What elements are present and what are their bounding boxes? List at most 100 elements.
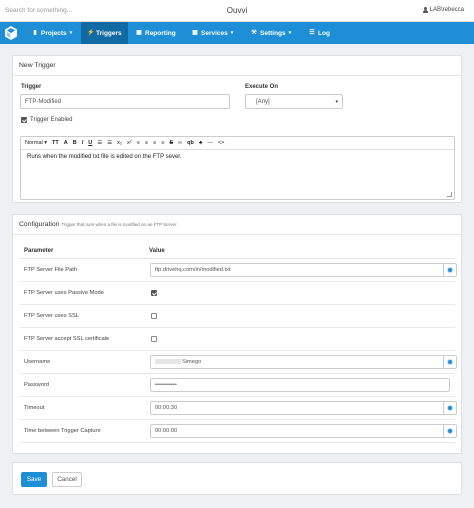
username-value: Simego	[182, 358, 202, 365]
cancel-button[interactable]: Cancel	[52, 472, 82, 487]
superscript-icon[interactable]: x²	[127, 140, 132, 146]
config-title: Configuration	[19, 221, 60, 228]
quote-icon[interactable]: qb	[187, 140, 194, 146]
editor-toolbar: Normal ▾ TT A B I U ☰ ☰ x₂ x² ≡ ≡ ≡ ≡ S …	[21, 137, 454, 150]
table-row: Timeout 00:00:30	[20, 396, 457, 420]
use-ssl-checkbox[interactable]	[151, 312, 157, 319]
username-input[interactable]: Simego	[150, 354, 450, 369]
link-icon[interactable]: ∞	[178, 140, 182, 146]
align-left-icon[interactable]: ≡	[137, 140, 140, 146]
resize-handle[interactable]	[447, 192, 452, 197]
nav-triggers[interactable]: ⚡ Triggers	[81, 22, 128, 44]
param-value-cell	[145, 327, 455, 351]
list-icon: ☰	[309, 30, 315, 36]
bolt-icon: ⚡	[87, 30, 95, 36]
param-name: Timeout	[20, 396, 145, 420]
capture-interval-input[interactable]: 00:00:00	[150, 423, 450, 438]
param-name: FTP Server File Path	[20, 258, 145, 282]
passive-mode-checkbox[interactable]	[151, 289, 157, 296]
trigger-label: Trigger	[21, 84, 42, 90]
nav-projects-label: Projects	[41, 29, 67, 37]
align-center-icon[interactable]: ≡	[145, 140, 148, 146]
param-name: Time between Trigger Capture	[20, 419, 145, 443]
nav-reporting[interactable]: ▩ Reporting	[130, 22, 182, 44]
nav-log[interactable]: ☰ Log	[303, 22, 336, 44]
param-name: FTP Server accept SSL certificate	[20, 327, 145, 351]
align-justify-icon[interactable]: ≡	[161, 140, 164, 146]
code-icon[interactable]: <>	[218, 140, 224, 146]
param-name: FTP Server uses Passive Mode	[20, 281, 145, 305]
format-select[interactable]: Normal ▾	[25, 140, 47, 146]
font-color-icon[interactable]: A	[64, 140, 68, 146]
panel-heading: New Trigger	[13, 56, 461, 76]
param-value-cell: Simego	[145, 350, 457, 374]
configuration-panel: Configuration Trigger that runs when a fi…	[12, 214, 462, 454]
param-value-cell	[145, 281, 455, 305]
strikethrough-icon[interactable]: S	[169, 140, 173, 146]
timeout-input[interactable]: 00:00:30	[150, 400, 450, 415]
italic-icon[interactable]: I	[82, 140, 84, 146]
param-name: Password	[20, 373, 145, 397]
nav-services[interactable]: ▦ Services ▾	[186, 22, 239, 44]
save-button[interactable]: Save	[21, 472, 47, 487]
description-editor[interactable]: Normal ▾ TT A B I U ☰ ☰ x₂ x² ≡ ≡ ≡ ≡ S …	[20, 136, 455, 200]
gear-icon[interactable]	[443, 423, 457, 438]
subscript-icon[interactable]: x₂	[117, 140, 122, 146]
trigger-enabled-label: Trigger Enabled	[30, 117, 73, 123]
trigger-name-input[interactable]: FTP-Modified	[20, 94, 230, 109]
table-row: Password •••••••••••	[20, 373, 455, 397]
chevron-down-icon: ▾	[335, 99, 338, 105]
table-row: FTP Server uses Passive Mode	[20, 281, 455, 305]
ftp-file-path-input[interactable]: ftp.drivehq.com/in/modified.txt	[150, 262, 450, 277]
parameter-table: Parameter Value FTP Server File Path ftp…	[20, 245, 457, 443]
password-input[interactable]: •••••••••••	[150, 377, 450, 392]
nav-reporting-label: Reporting	[145, 29, 176, 37]
execute-on-value: [Any]	[256, 99, 270, 105]
table-row: FTP Server File Path ftp.drivehq.com/in/…	[20, 258, 457, 282]
table-row: Username Simego	[20, 350, 457, 374]
caret-down-icon: ▾	[230, 30, 234, 36]
param-name: FTP Server uses SSL	[20, 304, 145, 328]
user-icon	[422, 7, 428, 13]
user-name: LAB\rebecca	[429, 7, 464, 13]
nav-settings[interactable]: ⚒ Settings ▾	[245, 22, 297, 44]
execute-on-label: Execute On	[245, 84, 279, 90]
editor-content[interactable]: Runs when the modified txt file is edite…	[21, 150, 454, 164]
align-right-icon[interactable]: ≡	[153, 140, 156, 146]
nav-projects[interactable]: ▮ Projects ▾	[26, 22, 78, 44]
trigger-enabled-checkbox[interactable]	[21, 117, 27, 123]
caret-down-icon: ▾	[69, 30, 73, 36]
horizontal-rule-icon[interactable]: —	[207, 140, 213, 146]
app-title: Ouvvi	[226, 6, 248, 15]
gear-icon[interactable]	[443, 262, 457, 277]
execute-on-select[interactable]: [Any] ▾	[245, 94, 343, 109]
ordered-list-icon[interactable]: ☰	[97, 140, 102, 146]
font-size-icon[interactable]: TT	[52, 140, 59, 146]
main-navbar: ▮ Projects ▾ ⚡ Triggers ▩ Reporting ▦ Se…	[0, 22, 474, 44]
gear-icon[interactable]	[443, 354, 457, 369]
param-value-cell: •••••••••••	[145, 373, 455, 397]
bar-chart-icon: ▩	[136, 30, 142, 36]
config-subtitle: Trigger that runs when a file is modifie…	[61, 222, 178, 227]
nav-triggers-label: Triggers	[96, 29, 122, 37]
value-column-header: Value	[145, 245, 455, 259]
nav-services-label: Services	[201, 29, 228, 37]
logo-icon[interactable]	[3, 25, 19, 41]
table-row: Time between Trigger Capture 00:00:00	[20, 419, 457, 443]
nav-settings-label: Settings	[260, 29, 286, 37]
gear-icon[interactable]	[443, 400, 457, 415]
new-trigger-panel: New Trigger Trigger FTP-Modified Execute…	[12, 55, 462, 203]
param-value-cell: ftp.drivehq.com/in/modified.txt	[145, 258, 457, 282]
param-value-cell: 00:00:30	[145, 396, 457, 420]
image-icon[interactable]: ♣	[199, 140, 203, 146]
underline-icon[interactable]: U	[88, 140, 92, 146]
table-row: FTP Server accept SSL certificate	[20, 327, 455, 351]
book-icon: ▮	[33, 30, 37, 36]
bullet-list-icon[interactable]: ☰	[107, 140, 112, 146]
param-name: Username	[20, 350, 145, 374]
accept-ssl-cert-checkbox[interactable]	[151, 335, 157, 342]
cubes-icon: ▦	[192, 30, 198, 36]
format-label: Normal	[25, 140, 43, 146]
bold-icon[interactable]: B	[73, 140, 77, 146]
user-menu[interactable]: LAB\rebecca	[422, 7, 464, 13]
